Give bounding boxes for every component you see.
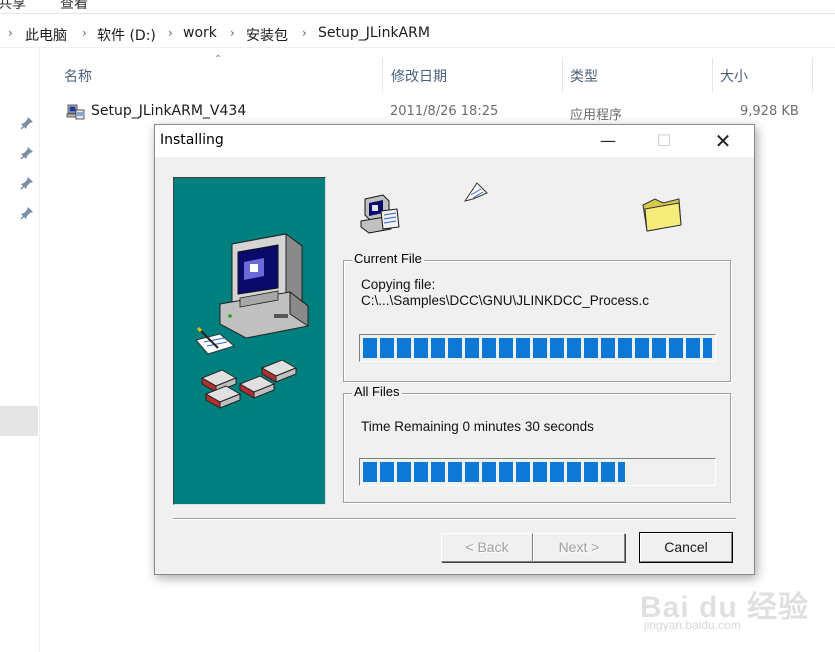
all-files-group: All Files Time Remaining 0 minutes 30 se… (343, 384, 731, 503)
file-row[interactable]: Setup_JLinkARM_V434 2011/8/26 18:25 应用程序… (60, 100, 820, 124)
pin-icon[interactable] (20, 206, 34, 220)
chevron-right-icon[interactable]: › (168, 26, 173, 40)
menu-view[interactable]: 查看 (60, 0, 88, 13)
file-size: 9,928 KB (740, 104, 799, 119)
pin-icon[interactable] (20, 146, 34, 160)
close-button[interactable]: ✕ (700, 125, 746, 157)
watermark: Bai du 经验 jingyan.baidu.com (640, 570, 830, 650)
menu-strip: 共享 查看 (0, 0, 835, 14)
column-header-type[interactable]: 类型 (563, 48, 713, 100)
current-file-progress (359, 334, 716, 362)
current-file-legend: Current File (352, 251, 424, 266)
all-files-progress (359, 458, 716, 486)
minimize-button[interactable]: — (585, 125, 631, 157)
button-separator (173, 518, 736, 520)
file-modified: 2011/8/26 18:25 (390, 104, 499, 119)
computer-icon (195, 233, 309, 409)
breadcrumb-this-pc[interactable]: 此电脑 (25, 25, 67, 45)
dialog-titlebar[interactable]: Installing — ☐ ✕ (155, 125, 754, 157)
column-divider[interactable] (812, 58, 813, 92)
installing-dialog: Installing — ☐ ✕ Current File Copying fi… (154, 124, 755, 575)
current-file-group: Current File Copying file: C:\...\Sample… (343, 251, 731, 382)
folder-icon (642, 198, 682, 232)
back-button: < Back (441, 533, 533, 562)
menu-share[interactable]: 共享 (0, 0, 26, 13)
setup-banner (173, 177, 326, 505)
chevron-right-icon[interactable]: › (8, 26, 13, 40)
pin-icon[interactable] (20, 176, 34, 190)
time-remaining: Time Remaining 0 minutes 30 seconds (361, 419, 594, 434)
breadcrumb-work[interactable]: work (183, 25, 217, 41)
column-name-label: 名称 (64, 69, 92, 85)
current-file-progress-fill (363, 338, 712, 358)
breadcrumb-drive-d[interactable]: 软件 (D:) (97, 25, 156, 45)
watermark-url: jingyan.baidu.com (644, 618, 741, 632)
column-size-label: 大小 (720, 69, 748, 85)
next-button: Next > (533, 533, 625, 562)
chevron-right-icon[interactable]: › (302, 26, 307, 40)
column-header-name[interactable]: 名称 (60, 48, 380, 100)
breadcrumb-installers[interactable]: 安装包 (246, 25, 288, 45)
cancel-button[interactable]: Cancel (639, 532, 733, 563)
chevron-right-icon[interactable]: › (82, 26, 87, 40)
copying-label: Copying file: (361, 277, 436, 292)
nav-selected-item[interactable] (0, 406, 38, 436)
file-type: 应用程序 (570, 108, 623, 123)
flying-paper-icon (463, 182, 488, 202)
file-name: Setup_JLinkARM_V434 (91, 103, 247, 119)
breadcrumb-setup-jlinkarm[interactable]: Setup_JLinkARM (318, 25, 430, 41)
all-files-legend: All Files (352, 384, 402, 399)
column-type-label: 类型 (570, 69, 598, 85)
current-file-path: C:\...\Samples\DCC\GNU\JLINKDCC_Process.… (361, 293, 650, 308)
all-files-progress-fill (363, 462, 625, 482)
installer-icon (360, 194, 400, 234)
column-header-size[interactable]: 大小 (713, 48, 813, 100)
column-header-modified[interactable]: 修改日期 (383, 48, 563, 100)
column-modified-label: 修改日期 (391, 69, 447, 85)
dialog-title: Installing (160, 132, 224, 148)
maximize-button: ☐ (656, 131, 672, 150)
navigation-pane (0, 48, 40, 652)
breadcrumb: › 此电脑 › 软件 (D:) › work › 安装包 › Setup_JLi… (0, 22, 835, 48)
installer-icon (66, 104, 85, 120)
chevron-right-icon[interactable]: › (230, 26, 235, 40)
pin-icon[interactable] (20, 116, 34, 130)
